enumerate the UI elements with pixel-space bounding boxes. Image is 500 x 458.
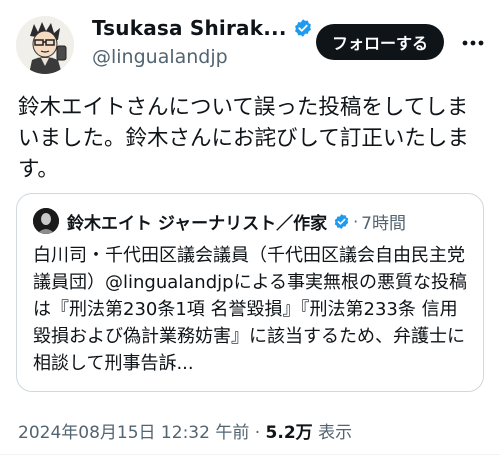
author-avatar[interactable] [16,16,74,74]
author-name-row: Tsukasa Shirak... [92,16,313,40]
views-count: 5.2万 [265,423,313,443]
quoted-tweet-card[interactable]: 鈴木エイト ジャーナリスト／作家 · 7時間 白川司・千代田区議会議員（千代田区… [16,193,484,392]
tweet-header: Tsukasa Shirak... @lingualandjp フォローする [10,10,488,74]
quoted-author-name: 鈴木エイト ジャーナリスト／作家 [67,213,328,234]
author-display-name[interactable]: Tsukasa Shirak... [92,16,287,40]
author-handle[interactable]: @lingualandjp [92,46,228,68]
quoted-tweet-header: 鈴木エイト ジャーナリスト／作家 · 7時間 [33,208,406,234]
quoted-author-avatar [33,208,59,234]
quoted-tweet-text: 白川司・千代田区議会議員（千代田区議会自由民主党議員団）@lingualandj… [33,245,468,374]
follow-button[interactable]: フォローする [315,24,444,60]
tweet-meta: 2024年08月15日 12:32 午前 · 5.2万 表示 [18,418,352,443]
quoted-tweet-time: 7時間 [361,213,406,234]
tweet-text: 鈴木エイトさんについて誤った投稿をしてしまいました。鈴木さんにお詫びして訂正いた… [18,95,469,182]
verified-badge-icon [293,18,313,38]
separator-dot: · [353,211,359,231]
divider [0,454,500,455]
tweet-timestamp[interactable]: 2024年08月15日 12:32 午前 [18,423,249,443]
separator-dot: · [254,423,261,443]
cartoon-portrait-avatar-icon [16,16,74,74]
more-horizontal-icon[interactable] [460,32,486,54]
verified-badge-icon [333,213,350,230]
views-label: 表示 [318,423,353,443]
